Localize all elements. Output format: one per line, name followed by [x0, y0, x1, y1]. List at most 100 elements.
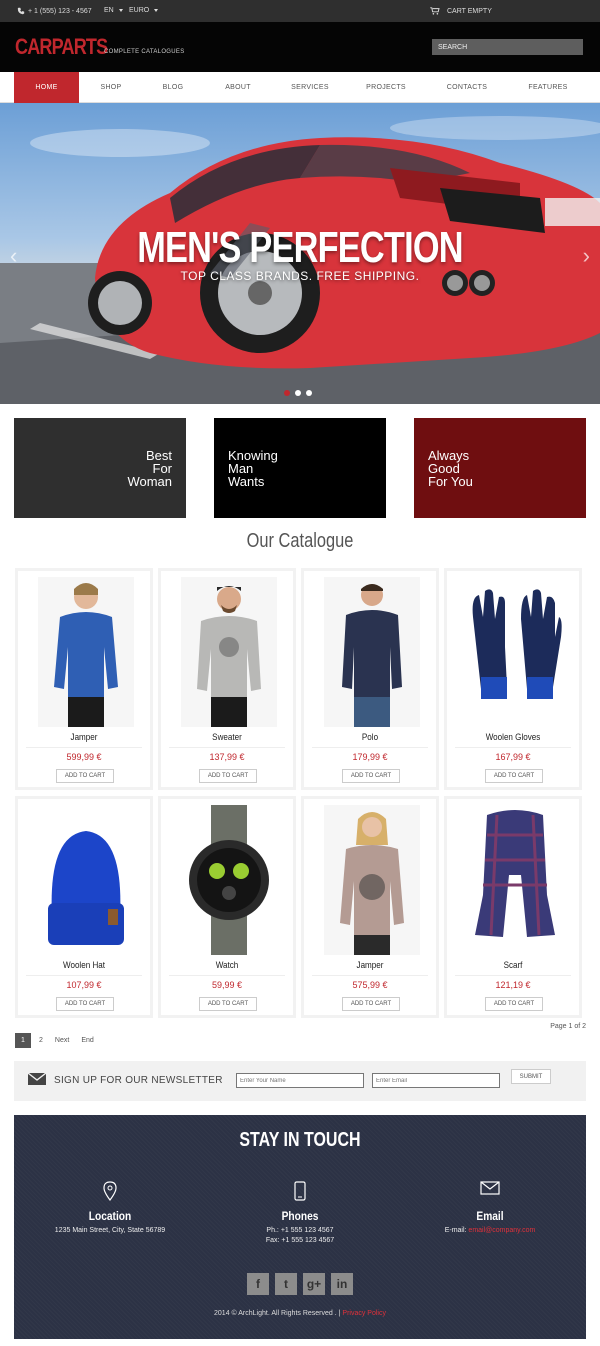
- product-image[interactable]: [38, 577, 134, 727]
- slider-next-icon[interactable]: ›: [583, 243, 590, 269]
- nav-services[interactable]: SERVICES: [282, 72, 338, 103]
- nav-blog[interactable]: BLOG: [150, 72, 196, 103]
- divider: [26, 747, 142, 748]
- phone-number: + 1 (555) 123 - 4567: [28, 7, 92, 15]
- divider: [455, 975, 571, 976]
- blue-sweater-man-image: [38, 577, 134, 727]
- product-name[interactable]: Woolen Hat: [28, 960, 140, 971]
- privacy-policy-link[interactable]: Privacy Policy: [342, 1310, 386, 1317]
- product-image[interactable]: [181, 805, 277, 955]
- newsletter-name-input[interactable]: [236, 1073, 364, 1088]
- add-to-cart-button[interactable]: ADD TO CART: [342, 769, 400, 783]
- page-end-link[interactable]: End: [81, 1037, 93, 1044]
- product-name[interactable]: Woolen Gloves: [457, 732, 569, 743]
- product-image[interactable]: [38, 805, 134, 955]
- site-tagline: COMPLETE CATALOGUES: [104, 49, 185, 55]
- product-image[interactable]: [467, 805, 563, 955]
- product-price: 59,99 €: [211, 980, 243, 990]
- promo-tile-woman[interactable]: Best For Woman: [14, 418, 186, 518]
- linkedin-icon[interactable]: in: [331, 1273, 353, 1295]
- google-plus-icon[interactable]: g+: [303, 1273, 325, 1295]
- catalogue-title: Our Catalogue: [246, 530, 354, 552]
- nav-projects[interactable]: PROJECTS: [358, 72, 414, 103]
- divider: [312, 747, 428, 748]
- product-card[interactable]: Jamper 575,99 € ADD TO CART: [301, 796, 439, 1018]
- slider-dot[interactable]: [295, 390, 301, 396]
- site-logo[interactable]: CARPARTS: [15, 34, 108, 60]
- footer-location-heading: Location: [88, 1209, 132, 1223]
- divider: [169, 975, 285, 976]
- divider: [312, 975, 428, 976]
- slider-dot[interactable]: [284, 390, 290, 396]
- page-current[interactable]: 1: [15, 1033, 31, 1048]
- product-card[interactable]: Polo 179,99 € ADD TO CART: [301, 568, 439, 790]
- promo-line: Wants: [228, 474, 265, 489]
- mobile-phone-icon: [294, 1181, 306, 1201]
- nav-shop[interactable]: SHOP: [88, 72, 134, 103]
- envelope-icon: [480, 1181, 500, 1195]
- main-nav: HOME SHOP BLOG ABOUT SERVICES PROJECTS C…: [0, 72, 600, 103]
- phone-info: + 1 (555) 123 - 4567: [17, 7, 92, 15]
- product-name[interactable]: Polo: [314, 732, 426, 743]
- product-price: 107,99 €: [66, 980, 102, 990]
- wrist-watch-image: [181, 805, 277, 955]
- nav-contacts[interactable]: CONTACTS: [438, 72, 496, 103]
- gloves-image: [467, 577, 563, 727]
- divider: [455, 747, 571, 748]
- nav-home[interactable]: HOME: [14, 72, 79, 103]
- currency-select[interactable]: EURO: [129, 7, 159, 14]
- search-input[interactable]: [432, 39, 583, 55]
- page-link[interactable]: 2: [39, 1037, 43, 1044]
- product-image[interactable]: [324, 577, 420, 727]
- product-price: 599,99 €: [66, 752, 102, 762]
- location-pin-icon: [103, 1181, 117, 1202]
- product-price: 137,99 €: [209, 752, 245, 762]
- page-next-link[interactable]: Next: [55, 1037, 69, 1044]
- product-card[interactable]: Watch 59,99 € ADD TO CART: [158, 796, 296, 1018]
- twitter-icon[interactable]: t: [275, 1273, 297, 1295]
- add-to-cart-button[interactable]: ADD TO CART: [485, 769, 543, 783]
- product-name[interactable]: Scarf: [457, 960, 569, 971]
- add-to-cart-button[interactable]: ADD TO CART: [199, 997, 257, 1011]
- promo-tile-man[interactable]: Knowing Man Wants: [214, 418, 386, 518]
- language-select[interactable]: EN: [104, 7, 123, 14]
- footer: STAY IN TOUCH Location 1235 Main Street,…: [14, 1115, 586, 1339]
- newsletter-submit-button[interactable]: SUBMIT: [511, 1069, 551, 1084]
- hero-slider[interactable]: ‹ › MEN'S PERFECTION TOP CLASS BRANDS. F…: [0, 103, 600, 404]
- newsletter-email-input[interactable]: [372, 1073, 500, 1088]
- add-to-cart-button[interactable]: ADD TO CART: [56, 997, 114, 1011]
- product-image[interactable]: [324, 805, 420, 955]
- promo-tile-good[interactable]: Always Good For You: [414, 418, 586, 518]
- nav-features[interactable]: FEATURES: [520, 72, 576, 103]
- add-to-cart-button[interactable]: ADD TO CART: [485, 997, 543, 1011]
- cart-link[interactable]: CART EMPTY: [430, 7, 492, 15]
- facebook-icon[interactable]: f: [247, 1273, 269, 1295]
- add-to-cart-button[interactable]: ADD TO CART: [199, 769, 257, 783]
- add-to-cart-button[interactable]: ADD TO CART: [342, 997, 400, 1011]
- product-price: 167,99 €: [495, 752, 531, 762]
- product-card[interactable]: Scarf 121,19 € ADD TO CART: [444, 796, 582, 1018]
- product-name[interactable]: Jamper: [28, 732, 140, 743]
- product-name[interactable]: Watch: [171, 960, 283, 971]
- nav-about[interactable]: ABOUT: [215, 72, 261, 103]
- slider-prev-icon[interactable]: ‹: [10, 243, 17, 269]
- footer-phones-heading: Phones: [281, 1209, 319, 1223]
- beanie-hat-image: [38, 805, 134, 955]
- product-card[interactable]: Woolen Hat 107,99 € ADD TO CART: [15, 796, 153, 1018]
- copyright: 2014 © ArchLight. All Rights Reserved . …: [214, 1310, 386, 1317]
- slider-dot[interactable]: [306, 390, 312, 396]
- product-image[interactable]: [181, 577, 277, 727]
- footer-email-link[interactable]: email@company.com: [468, 1227, 535, 1234]
- product-name[interactable]: Jamper: [314, 960, 426, 971]
- product-image[interactable]: [467, 577, 563, 727]
- top-bar: + 1 (555) 123 - 4567 EN EURO CART EMPTY: [0, 0, 600, 22]
- product-card[interactable]: Woolen Gloves 167,99 € ADD TO CART: [444, 568, 582, 790]
- product-price: 121,19 €: [495, 980, 531, 990]
- newsletter-bar: SIGN UP FOR OUR NEWSLETTER SUBMIT: [14, 1061, 586, 1101]
- footer-phones: Phones Ph.: +1 555 123 4567 Fax: +1 555 …: [210, 1181, 390, 1246]
- product-price: 575,99 €: [352, 980, 388, 990]
- add-to-cart-button[interactable]: ADD TO CART: [56, 769, 114, 783]
- product-name[interactable]: Sweater: [171, 732, 283, 743]
- product-card[interactable]: Sweater 137,99 € ADD TO CART: [158, 568, 296, 790]
- product-card[interactable]: Jamper 599,99 € ADD TO CART: [15, 568, 153, 790]
